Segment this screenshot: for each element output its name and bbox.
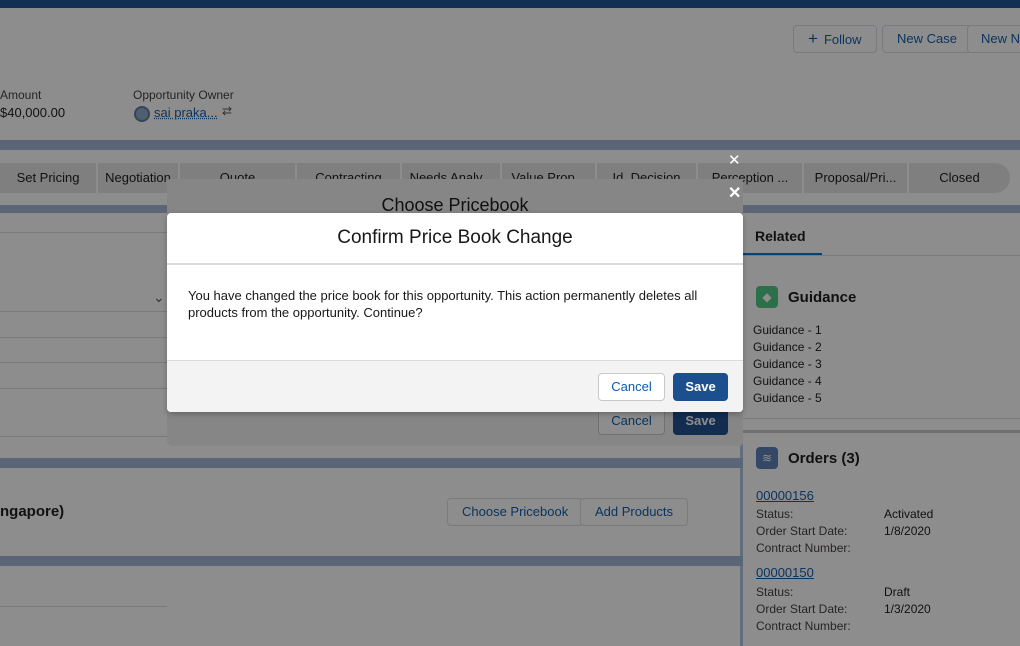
modal-title: Confirm Price Book Change	[337, 227, 573, 248]
close-icon[interactable]: ✕	[728, 183, 741, 203]
save-button[interactable]: Save	[673, 373, 728, 401]
modal-header: Confirm Price Book Change	[167, 213, 743, 265]
modal-footer: Cancel Save	[167, 360, 743, 412]
modal-body-text: You have changed the price book for this…	[188, 288, 698, 320]
close-icon[interactable]: ✕	[728, 151, 741, 169]
cancel-button[interactable]: Cancel	[598, 373, 665, 401]
confirm-price-book-modal: Confirm Price Book Change You have chang…	[167, 213, 743, 412]
